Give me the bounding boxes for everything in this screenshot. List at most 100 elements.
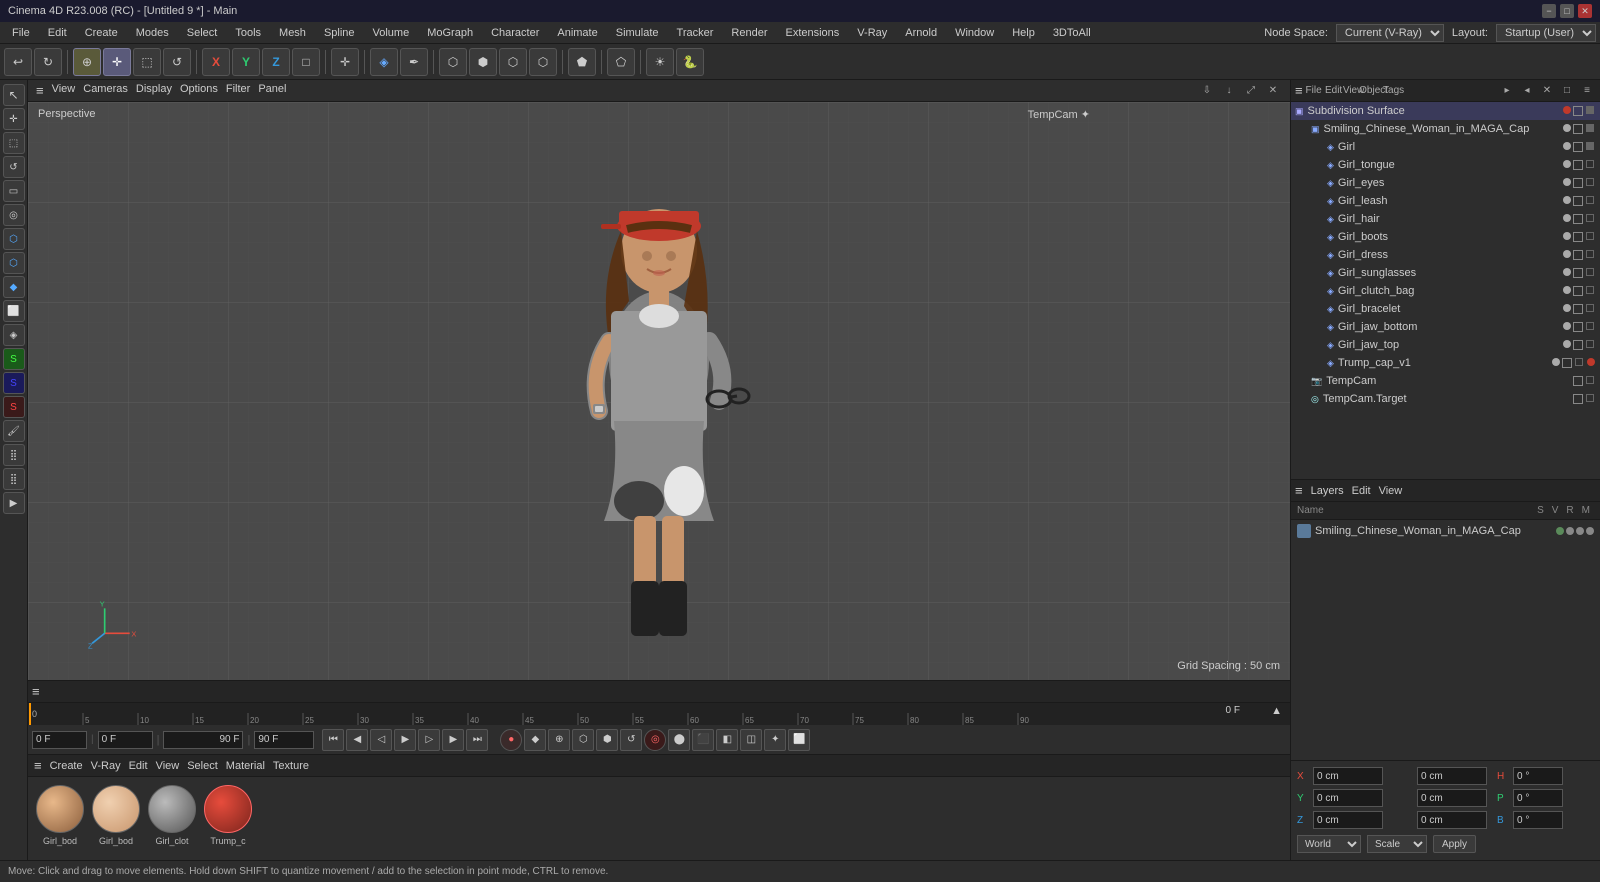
- lt-s1[interactable]: S: [3, 348, 25, 370]
- xform-z-pos[interactable]: [1313, 811, 1383, 829]
- menu-simulate[interactable]: Simulate: [608, 25, 667, 41]
- vp-menu-filter[interactable]: Filter: [226, 83, 250, 98]
- tree-item-trump-cap[interactable]: ◈ Trump_cap_v1: [1291, 354, 1600, 372]
- move-tool-button[interactable]: ✛: [103, 48, 131, 76]
- x-axis-button[interactable]: X: [202, 48, 230, 76]
- vp-icon-close[interactable]: ✕: [1264, 82, 1282, 100]
- effector-button[interactable]: ⬡: [529, 48, 557, 76]
- goto-end-button[interactable]: ⏭: [466, 729, 488, 751]
- operation-dropdown[interactable]: Scale Move Rotate: [1367, 835, 1427, 853]
- new-object-button[interactable]: ✛: [331, 48, 359, 76]
- tree-item-girl-bracelet[interactable]: ◈ Girl_bracelet: [1291, 300, 1600, 318]
- scale-tool-button[interactable]: ⬚: [133, 48, 161, 76]
- layers-menu-edit[interactable]: Edit: [1352, 485, 1371, 497]
- menu-tracker[interactable]: Tracker: [669, 25, 722, 41]
- menu-mesh[interactable]: Mesh: [271, 25, 314, 41]
- rp-filter3[interactable]: ✕: [1538, 82, 1556, 100]
- lt-uv[interactable]: ⬜: [3, 300, 25, 322]
- vp-menu-panel[interactable]: Panel: [258, 83, 286, 98]
- undo-button[interactable]: ↩: [4, 48, 32, 76]
- keyframe-button[interactable]: ◆: [524, 729, 546, 751]
- menu-extensions[interactable]: Extensions: [777, 25, 847, 41]
- play-button[interactable]: ▶: [394, 729, 416, 751]
- tree-item-woman[interactable]: ▣ Smiling_Chinese_Woman_in_MAGA_Cap: [1291, 120, 1600, 138]
- timeline-opt7[interactable]: ◫: [740, 729, 762, 751]
- tree-item-girl-eyes[interactable]: ◈ Girl_eyes: [1291, 174, 1600, 192]
- xform-x-rot[interactable]: [1417, 767, 1487, 785]
- tree-item-girl-hair[interactable]: ◈ Girl_hair: [1291, 210, 1600, 228]
- rp-filter5[interactable]: ≡: [1578, 82, 1596, 100]
- vp-menu-display[interactable]: Display: [136, 83, 172, 98]
- tree-item-tempcam-target[interactable]: ◎ TempCam.Target: [1291, 390, 1600, 408]
- timeline-opt5[interactable]: ⬛: [692, 729, 714, 751]
- menu-arnold[interactable]: Arnold: [897, 25, 945, 41]
- frame-fps-input[interactable]: [254, 731, 314, 749]
- rp-tags[interactable]: Tags: [1385, 82, 1403, 100]
- xform-p-angle[interactable]: [1513, 789, 1563, 807]
- lt-live-select[interactable]: ◎: [3, 204, 25, 226]
- coord-system-dropdown[interactable]: World Object Camera: [1297, 835, 1361, 853]
- menu-render[interactable]: Render: [723, 25, 775, 41]
- menu-spline[interactable]: Spline: [316, 25, 363, 41]
- mat-menu-edit[interactable]: Edit: [129, 760, 148, 772]
- material-girl-body2[interactable]: Girl_bod: [92, 785, 140, 846]
- minimize-button[interactable]: −: [1542, 4, 1556, 18]
- maximize-button[interactable]: □: [1560, 4, 1574, 18]
- timeline-options3[interactable]: ↺: [620, 729, 642, 751]
- prev-frame-button[interactable]: ◀: [346, 729, 368, 751]
- layers-menu-view[interactable]: View: [1379, 485, 1403, 497]
- lt-scale[interactable]: ⬚: [3, 132, 25, 154]
- menu-modes[interactable]: Modes: [128, 25, 177, 41]
- lt-arrow[interactable]: ↖: [3, 84, 25, 106]
- tree-item-girl-clutch[interactable]: ◈ Girl_clutch_bag: [1291, 282, 1600, 300]
- world-button[interactable]: □: [292, 48, 320, 76]
- timeline-ruler[interactable]: 0 5 10 15 20 25 30 35 40: [28, 703, 1290, 725]
- lt-obj-mode[interactable]: ◈: [3, 324, 25, 346]
- tree-item-girl-jaw-top[interactable]: ◈ Girl_jaw_top: [1291, 336, 1600, 354]
- rp-filter4[interactable]: □: [1558, 82, 1576, 100]
- vp-menu-cameras[interactable]: Cameras: [83, 83, 128, 98]
- mat-menu-material[interactable]: Material: [226, 760, 265, 772]
- rp-edit[interactable]: Edit: [1325, 82, 1343, 100]
- prev-keyframe-button[interactable]: ◁: [370, 729, 392, 751]
- node-space-select[interactable]: Current (V-Ray): [1336, 24, 1444, 42]
- 3d-viewport[interactable]: Perspective TempCam ✦ Grid Spacing : 50 …: [28, 102, 1290, 680]
- tree-item-girl-boots[interactable]: ◈ Girl_boots: [1291, 228, 1600, 246]
- menu-window[interactable]: Window: [947, 25, 1002, 41]
- frame-current-input[interactable]: [32, 731, 87, 749]
- tree-item-girl-sunglasses[interactable]: ◈ Girl_sunglasses: [1291, 264, 1600, 282]
- lt-s2[interactable]: S: [3, 372, 25, 394]
- lt-grid[interactable]: ⣿: [3, 444, 25, 466]
- layout-select[interactable]: Startup (User): [1496, 24, 1596, 42]
- mat-menu-texture[interactable]: Texture: [273, 760, 309, 772]
- vp-icon-transfer[interactable]: ⇩: [1198, 82, 1216, 100]
- geo-button[interactable]: ⬢: [469, 48, 497, 76]
- vp-menu-hamburger[interactable]: ≡: [36, 83, 44, 98]
- menu-select[interactable]: Select: [179, 25, 226, 41]
- rp-hamburger[interactable]: ≡: [1295, 83, 1303, 98]
- xform-b-angle[interactable]: [1513, 811, 1563, 829]
- apply-button[interactable]: Apply: [1433, 835, 1476, 853]
- rp-file[interactable]: File: [1305, 82, 1323, 100]
- rp-object[interactable]: Object: [1365, 82, 1383, 100]
- layers-menu-layers[interactable]: Layers: [1311, 485, 1344, 497]
- vp-menu-options[interactable]: Options: [180, 83, 218, 98]
- xform-y-pos[interactable]: [1313, 789, 1383, 807]
- timeline-opt8[interactable]: ⬜: [788, 729, 810, 751]
- material-trump-cap[interactable]: Trump_c: [204, 785, 252, 846]
- menu-3dtoall[interactable]: 3DToAll: [1045, 25, 1099, 41]
- menu-mograph[interactable]: MoGraph: [419, 25, 481, 41]
- redo-button[interactable]: ↻: [34, 48, 62, 76]
- tree-item-girl-leash[interactable]: ◈ Girl_leash: [1291, 192, 1600, 210]
- material-girl-body1[interactable]: Girl_bod: [36, 785, 84, 846]
- auto-key-button[interactable]: ⊕: [548, 729, 570, 751]
- tree-item-subdivision[interactable]: ▣ Subdivision Surface: [1291, 102, 1600, 120]
- vp-icon-down[interactable]: ↓: [1220, 82, 1238, 100]
- next-keyframe-button[interactable]: ▷: [418, 729, 440, 751]
- tree-item-girl-tongue[interactable]: ◈ Girl_tongue: [1291, 156, 1600, 174]
- tree-item-girl[interactable]: ◈ Girl: [1291, 138, 1600, 156]
- lt-rotate[interactable]: ↺: [3, 156, 25, 178]
- vp-menu-view[interactable]: View: [52, 83, 76, 98]
- tree-item-girl-dress[interactable]: ◈ Girl_dress: [1291, 246, 1600, 264]
- lt-poly[interactable]: ⬡: [3, 228, 25, 250]
